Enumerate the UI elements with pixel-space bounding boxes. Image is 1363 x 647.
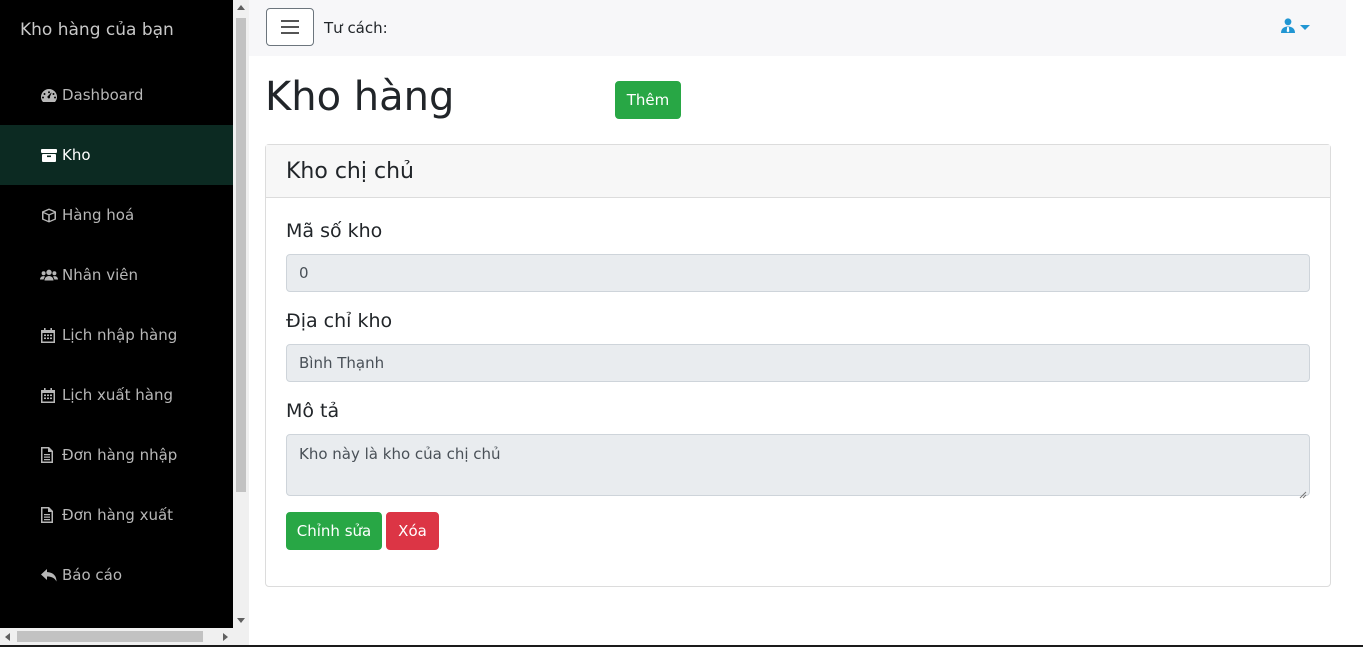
card-title: Kho chị chủ bbox=[286, 159, 414, 184]
sidebar-item-nhan-vien[interactable]: Nhân viên bbox=[0, 245, 233, 305]
warehouse-code-field[interactable]: 0 bbox=[286, 254, 1310, 292]
warehouse-box-icon bbox=[40, 147, 58, 163]
sidebar-item-label: Kho bbox=[62, 146, 91, 164]
sidebar-item-bao-cao[interactable]: Báo cáo bbox=[0, 545, 233, 605]
warehouse-description-textarea[interactable]: Kho này là kho của chị chủ bbox=[286, 434, 1310, 499]
sidebar-item-label: Đơn hàng nhập bbox=[62, 446, 178, 464]
sidebar-item-label: Đơn hàng xuất bbox=[62, 506, 174, 524]
warehouse-address-field[interactable]: Bình Thạnh bbox=[286, 344, 1310, 382]
sidebar-nav: Dashboard Kho Hàng hoá Nhân viên Lịch nh… bbox=[0, 65, 233, 605]
warehouse-card: Kho chị chủ Mã số kho 0 Địa chỉ kho Bình… bbox=[265, 144, 1331, 587]
file-text-icon bbox=[40, 447, 58, 463]
top-navbar: Tư cách: bbox=[249, 0, 1346, 56]
sidebar-toggle-button[interactable] bbox=[266, 8, 314, 46]
resize-grip-icon[interactable] bbox=[1299, 485, 1307, 499]
chevron-down-icon bbox=[1300, 25, 1310, 30]
card-header: Kho chị chủ bbox=[266, 145, 1330, 198]
user-menu-dropdown[interactable] bbox=[1281, 18, 1310, 37]
sidebar-item-lich-nhap-hang[interactable]: Lịch nhập hàng bbox=[0, 305, 233, 365]
sidebar-item-label: Nhân viên bbox=[62, 266, 138, 284]
edit-button[interactable]: Chỉnh sửa bbox=[286, 512, 382, 550]
sidebar-item-hang-hoa[interactable]: Hàng hoá bbox=[0, 185, 233, 245]
sidebar-item-don-hang-nhap[interactable]: Đơn hàng nhập bbox=[0, 425, 233, 485]
scrollbar-corner bbox=[233, 628, 249, 645]
add-warehouse-button[interactable]: Thêm bbox=[615, 81, 681, 119]
warehouse-address-label: Địa chỉ kho bbox=[286, 310, 393, 332]
file-text-icon bbox=[40, 507, 58, 523]
sidebar: Kho hàng của bạn Dashboard Kho Hàng hoá … bbox=[0, 0, 233, 628]
warehouse-description-label: Mô tả bbox=[286, 400, 340, 422]
sidebar-item-label: Lịch xuất hàng bbox=[62, 386, 173, 404]
warehouse-code-value: 0 bbox=[299, 264, 309, 282]
sidebar-item-label: Hàng hoá bbox=[62, 206, 135, 224]
sidebar-item-don-hang-xuat[interactable]: Đơn hàng xuất bbox=[0, 485, 233, 545]
warehouse-code-label: Mã số kho bbox=[286, 220, 383, 242]
sidebar-item-label: Lịch nhập hàng bbox=[62, 326, 178, 344]
role-label: Tư cách: bbox=[324, 19, 388, 37]
user-tie-icon bbox=[1281, 18, 1295, 37]
scroll-up-arrow-icon[interactable] bbox=[237, 5, 245, 10]
delete-button[interactable]: Xóa bbox=[386, 512, 439, 550]
sidebar-horizontal-scrollbar[interactable] bbox=[0, 628, 233, 645]
scroll-left-arrow-icon[interactable] bbox=[5, 633, 10, 641]
hamburger-icon bbox=[281, 20, 299, 34]
sidebar-brand[interactable]: Kho hàng của bạn bbox=[20, 20, 174, 40]
scrollbar-thumb[interactable] bbox=[17, 631, 203, 642]
calendar-icon bbox=[40, 327, 58, 343]
sidebar-item-label: Dashboard bbox=[62, 86, 144, 104]
cube-icon bbox=[40, 207, 58, 223]
sidebar-item-dashboard[interactable]: Dashboard bbox=[0, 65, 233, 125]
page-title: Kho hàng bbox=[265, 74, 455, 120]
sidebar-item-lich-xuat-hang[interactable]: Lịch xuất hàng bbox=[0, 365, 233, 425]
tachometer-icon bbox=[40, 87, 58, 103]
sidebar-item-kho[interactable]: Kho bbox=[0, 125, 233, 185]
users-icon bbox=[40, 267, 58, 283]
reply-icon bbox=[40, 567, 58, 583]
warehouse-address-value: Bình Thạnh bbox=[299, 354, 385, 372]
scrollbar-thumb[interactable] bbox=[236, 18, 246, 492]
scroll-down-arrow-icon[interactable] bbox=[237, 618, 245, 623]
sidebar-vertical-scrollbar[interactable] bbox=[233, 0, 249, 628]
calendar-icon bbox=[40, 387, 58, 403]
scroll-right-arrow-icon[interactable] bbox=[223, 633, 228, 641]
sidebar-item-label: Báo cáo bbox=[62, 566, 123, 584]
warehouse-description-value: Kho này là kho của chị chủ bbox=[299, 445, 501, 463]
